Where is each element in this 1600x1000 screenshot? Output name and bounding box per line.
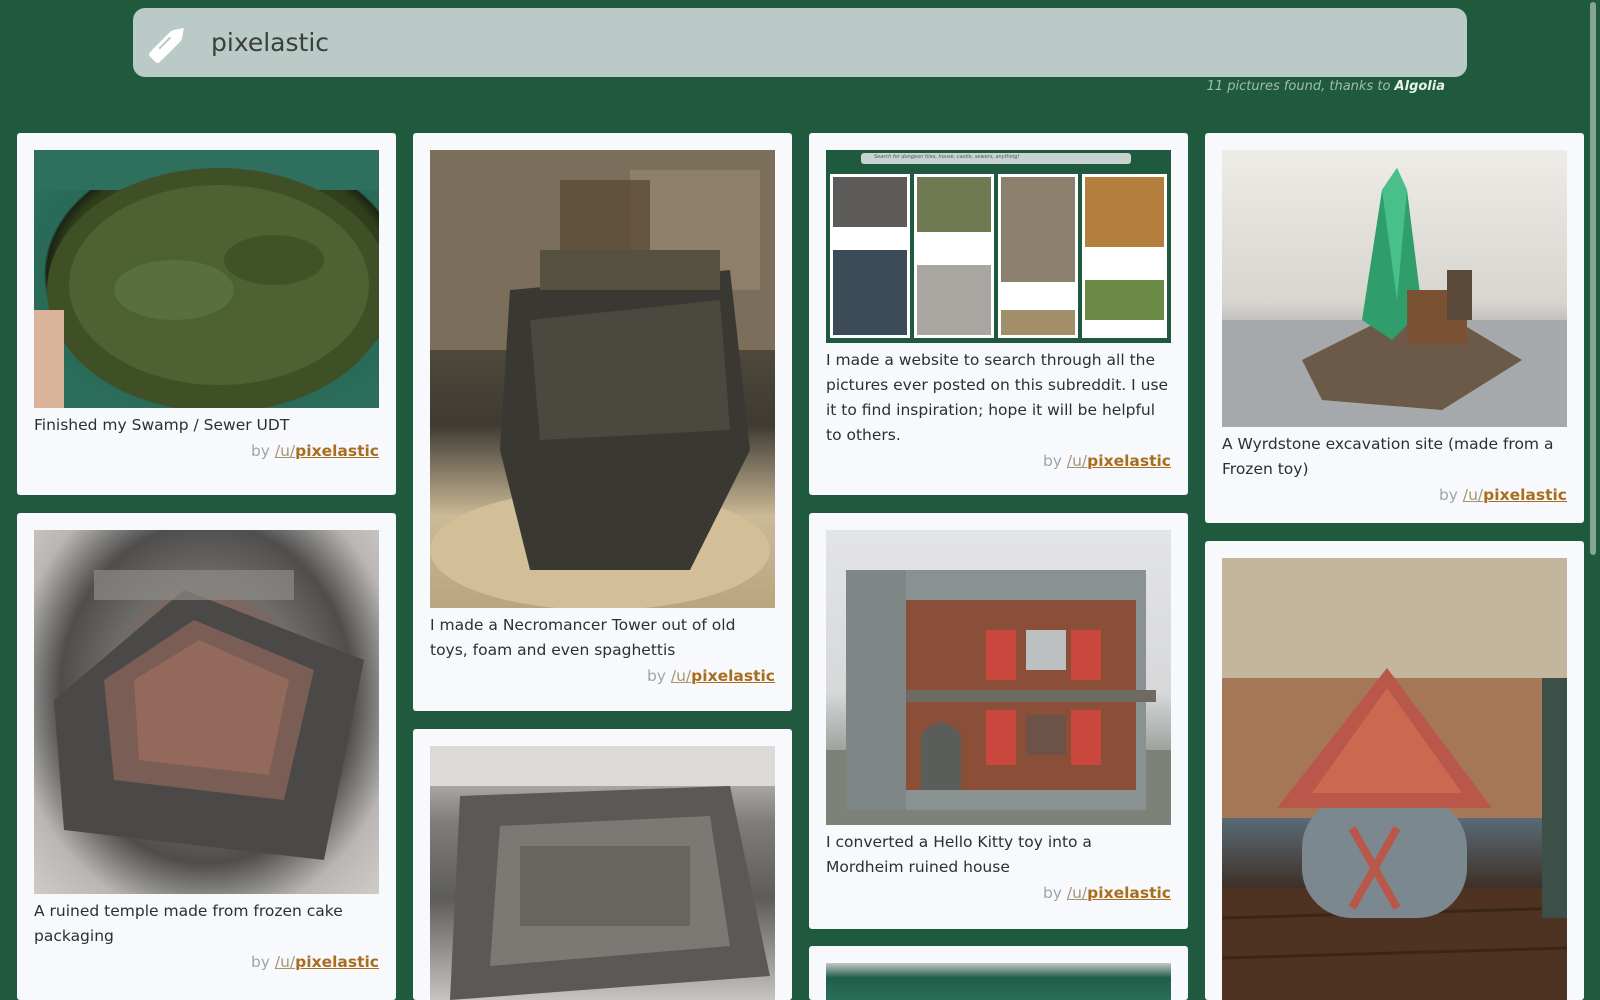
card-title: I converted a Hello Kitty toy into a Mor… — [826, 833, 1092, 876]
username-link[interactable]: pixelastic — [1483, 486, 1567, 504]
card-title: I made a website to search through all t… — [826, 351, 1169, 444]
username-link[interactable]: pixelastic — [295, 442, 379, 460]
swamp-art — [34, 150, 379, 408]
crystal-art — [1222, 168, 1567, 427]
card-image[interactable] — [430, 746, 775, 1000]
byline: by /u/pixelastic — [826, 452, 1171, 470]
pen-icon — [149, 28, 184, 63]
byline-prefix: by — [646, 667, 666, 685]
algolia-link[interactable]: Algolia — [1395, 79, 1445, 94]
result-card[interactable]: A ruined temple made from frozen cake pa… — [17, 513, 396, 1000]
card-title: I made a Necromancer Tower out of old to… — [430, 616, 736, 659]
card-image[interactable] — [430, 150, 775, 608]
byline-prefix: by — [1042, 452, 1062, 470]
card-image[interactable] — [1222, 150, 1567, 427]
card-title: Finished my Swamp / Sewer UDT — [34, 416, 290, 434]
house-art — [826, 570, 1171, 825]
byline-prefix: by — [1438, 486, 1458, 504]
subreddit-user-link[interactable]: /u/ — [1067, 884, 1087, 902]
card-title: A ruined temple made from frozen cake pa… — [34, 902, 343, 945]
scrollbar-thumb[interactable] — [1590, 2, 1596, 555]
result-card[interactable] — [413, 729, 792, 1000]
search-bar — [133, 8, 1467, 77]
result-card[interactable]: Search for dungeon tiles, house, castle,… — [809, 133, 1188, 495]
byline: by /u/pixelastic — [826, 884, 1171, 902]
result-card[interactable]: Finished my Swamp / Sewer UDT by /u/pixe… — [17, 133, 396, 495]
subreddit-user-link[interactable]: /u/ — [1067, 452, 1087, 470]
results-count-text: 11 pictures found, thanks to — [1206, 79, 1391, 94]
byline-prefix: by — [1042, 884, 1062, 902]
card-image[interactable] — [34, 150, 379, 408]
hut-art — [1222, 558, 1567, 1000]
search-input[interactable] — [209, 16, 1439, 68]
temple-art — [54, 570, 364, 860]
card-image[interactable] — [34, 530, 379, 894]
username-link[interactable]: pixelastic — [1087, 884, 1171, 902]
result-card[interactable] — [809, 946, 1188, 1000]
card-image[interactable] — [826, 530, 1171, 825]
result-card[interactable]: A Wyrdstone excavation site (made from a… — [1205, 133, 1584, 523]
byline-prefix: by — [250, 953, 270, 971]
embedded-search-placeholder: Search for dungeon tiles, house, castle,… — [874, 154, 1020, 160]
byline: by /u/pixelastic — [34, 953, 379, 971]
subreddit-user-link[interactable]: /u/ — [671, 667, 691, 685]
subreddit-user-link[interactable]: /u/ — [275, 953, 295, 971]
subreddit-user-link[interactable]: /u/ — [275, 442, 295, 460]
byline: by /u/pixelastic — [430, 667, 775, 685]
byline: by /u/pixelastic — [34, 442, 379, 460]
website-screenshot — [826, 150, 1171, 343]
result-card[interactable] — [1205, 541, 1584, 1000]
username-link[interactable]: pixelastic — [1087, 452, 1171, 470]
username-link[interactable]: pixelastic — [691, 667, 775, 685]
byline-prefix: by — [250, 442, 270, 460]
results-count: 11 pictures found, thanks to Algolia — [1207, 79, 1445, 94]
subreddit-user-link[interactable]: /u/ — [1463, 486, 1483, 504]
byline: by /u/pixelastic — [1222, 486, 1567, 504]
card-image[interactable] — [1222, 558, 1567, 1000]
scrollbar[interactable] — [1586, 0, 1600, 1000]
card-title: A Wyrdstone excavation site (made from a… — [1222, 435, 1554, 478]
result-card[interactable]: I converted a Hello Kitty toy into a Mor… — [809, 513, 1188, 929]
card-image[interactable] — [826, 963, 1171, 1000]
result-card[interactable]: I made a Necromancer Tower out of old to… — [413, 133, 792, 711]
card-image[interactable]: Search for dungeon tiles, house, castle,… — [826, 150, 1171, 343]
tower-art — [430, 150, 775, 608]
username-link[interactable]: pixelastic — [295, 953, 379, 971]
ruins-art — [430, 746, 775, 1000]
